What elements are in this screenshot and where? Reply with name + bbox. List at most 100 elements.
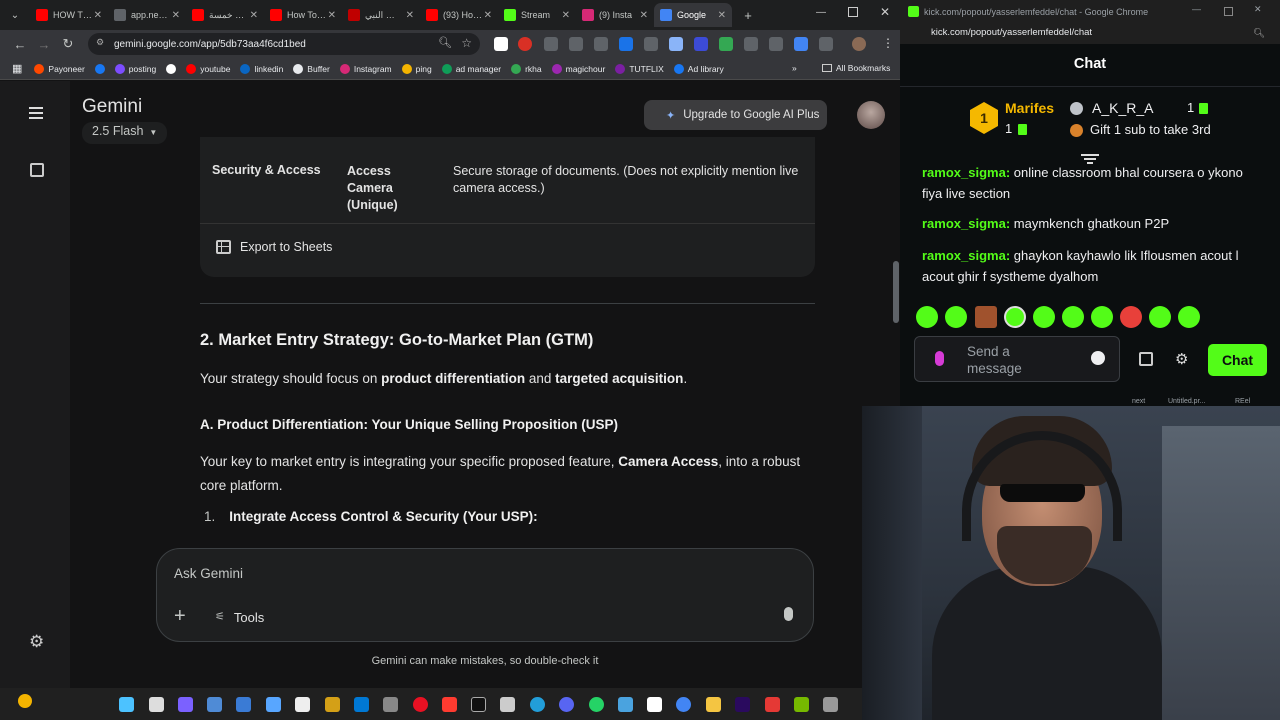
- taskbar-app-icon[interactable]: [295, 697, 310, 712]
- browser-tab[interactable]: app.ne… ✕: [108, 3, 186, 27]
- extension-icon[interactable]: [569, 37, 583, 51]
- bookmark-item[interactable]: linkedin: [240, 63, 283, 74]
- browser-tab[interactable]: How To… ✕: [264, 3, 342, 27]
- taskbar-app-icon[interactable]: [676, 697, 691, 712]
- taskbar-app-icon[interactable]: [823, 697, 838, 712]
- emote-icon[interactable]: [916, 306, 938, 328]
- bookmark-item[interactable]: posting: [114, 63, 156, 74]
- emote-icon[interactable]: [1033, 306, 1055, 328]
- bookmark-item[interactable]: Payoneer: [34, 63, 85, 74]
- taskbar-app-icon[interactable]: [236, 697, 251, 712]
- emote-icon[interactable]: [1120, 306, 1142, 328]
- microphone-icon[interactable]: [935, 351, 944, 366]
- close-tab-icon[interactable]: ✕: [640, 10, 648, 21]
- forward-icon[interactable]: →: [32, 37, 56, 52]
- scrollbar[interactable]: [893, 261, 899, 323]
- prompt-box[interactable]: Ask Gemini + ⚟ Tools: [156, 548, 814, 642]
- extension-icon[interactable]: [744, 37, 758, 51]
- tab-search-icon[interactable]: ⌄: [0, 10, 30, 21]
- bookmark-item[interactable]: rkha: [511, 63, 542, 74]
- back-icon[interactable]: ←: [8, 37, 32, 52]
- bookmark-item[interactable]: ad manager: [441, 63, 501, 74]
- bookmark-item[interactable]: [94, 63, 105, 74]
- emote-icon[interactable]: [1091, 306, 1113, 328]
- extension-icon[interactable]: [544, 37, 558, 51]
- taskbar-app-icon[interactable]: [706, 697, 721, 712]
- search-icon[interactable]: 🔍︎: [1253, 25, 1265, 43]
- close-tab-icon[interactable]: ✕: [328, 10, 336, 21]
- taskbar-app-icon[interactable]: [471, 697, 486, 712]
- reload-icon[interactable]: ↻: [56, 36, 80, 52]
- settings-gear-icon[interactable]: ⚙: [1175, 350, 1188, 368]
- emote-icon[interactable]: [1004, 306, 1026, 328]
- store-icon[interactable]: [1139, 352, 1153, 366]
- extension-icon[interactable]: [719, 37, 733, 51]
- weather-icon[interactable]: [18, 694, 32, 708]
- browser-menu-icon[interactable]: ⋮: [882, 36, 894, 50]
- send-chat-button[interactable]: Chat: [1208, 344, 1267, 376]
- extension-icon[interactable]: [619, 37, 633, 51]
- bookmark-item[interactable]: [166, 63, 177, 74]
- extensions-puzzle-icon[interactable]: [819, 37, 833, 51]
- close-tab-icon[interactable]: ✕: [484, 10, 492, 21]
- gift-prompt[interactable]: Gift 1 sub to take 3rd: [1090, 122, 1211, 137]
- search-icon[interactable]: 🔍︎: [438, 36, 452, 49]
- tools-button[interactable]: ⚟ Tools: [215, 610, 264, 625]
- start-icon[interactable]: [119, 697, 134, 712]
- taskbar-app-icon[interactable]: [178, 697, 193, 712]
- close-tab-icon[interactable]: ✕: [406, 10, 414, 21]
- taskbar-app-icon[interactable]: [413, 697, 428, 712]
- minimize-icon[interactable]: —: [816, 7, 826, 18]
- taskbar-app-icon[interactable]: [530, 697, 545, 712]
- taskbar-app-icon[interactable]: [500, 697, 515, 712]
- close-tab-icon[interactable]: ✕: [172, 10, 180, 21]
- minimize-icon[interactable]: —: [1192, 4, 1201, 14]
- taskbar-app-icon[interactable]: [559, 697, 574, 712]
- extension-icon[interactable]: [594, 37, 608, 51]
- taskbar-app-icon[interactable]: [794, 697, 809, 712]
- browser-tab[interactable]: Google ✕: [654, 3, 732, 27]
- extension-icon[interactable]: [794, 37, 808, 51]
- export-to-sheets-button[interactable]: Export to Sheets: [216, 240, 332, 254]
- taskbar-app-icon[interactable]: [149, 697, 164, 712]
- taskbar-app-icon[interactable]: [618, 697, 633, 712]
- new-chat-icon[interactable]: [30, 163, 44, 177]
- taskbar-app-icon[interactable]: [765, 697, 780, 712]
- bookmark-item[interactable]: magichour: [551, 63, 605, 74]
- model-selector[interactable]: 2.5 Flash ▼: [82, 122, 168, 144]
- all-bookmarks-folder[interactable]: All Bookmarks: [822, 63, 890, 73]
- extension-icon[interactable]: [494, 37, 508, 51]
- extension-icon[interactable]: [669, 37, 683, 51]
- emote-icon[interactable]: [945, 306, 967, 328]
- account-avatar[interactable]: [857, 101, 885, 129]
- taskbar-app-icon[interactable]: [735, 697, 750, 712]
- browser-tab[interactable]: (9) Insta ✕: [576, 3, 654, 27]
- apps-grid-icon[interactable]: ▦: [12, 62, 22, 75]
- message-input[interactable]: Send a message: [914, 336, 1120, 382]
- leaderboard-name[interactable]: Marifes: [1005, 100, 1054, 116]
- profile-avatar[interactable]: [852, 37, 866, 51]
- close-tab-icon[interactable]: ✕: [250, 10, 258, 21]
- emoji-icon[interactable]: [1091, 351, 1105, 365]
- taskbar-app-icon[interactable]: [266, 697, 281, 712]
- close-window-icon[interactable]: ✕: [1254, 4, 1262, 15]
- browser-tab[interactable]: النبي … ✕: [342, 3, 420, 27]
- emote-icon[interactable]: [1149, 306, 1171, 328]
- more-bookmarks-icon[interactable]: »: [792, 63, 797, 73]
- taskbar-app-icon[interactable]: [647, 697, 662, 712]
- microphone-icon[interactable]: [784, 607, 793, 621]
- chat-username[interactable]: ramox_sigma:: [922, 248, 1010, 263]
- bookmark-item[interactable]: TUTFLIX: [615, 63, 664, 74]
- taskbar-app-icon[interactable]: [383, 697, 398, 712]
- browser-tab[interactable]: (93) Ho… ✕: [420, 3, 498, 27]
- browser-tab[interactable]: Stream ✕: [498, 3, 576, 27]
- extension-icon[interactable]: [694, 37, 708, 51]
- url-field[interactable]: ⚙ gemini.google.com/app/5db73aa4f6cd1bed…: [88, 33, 480, 55]
- bookmark-item[interactable]: youtube: [186, 63, 230, 74]
- bookmark-item[interactable]: Instagram: [339, 63, 392, 74]
- bookmark-star-icon[interactable]: ☆: [461, 36, 472, 50]
- close-tab-icon[interactable]: ✕: [718, 10, 726, 21]
- bookmark-item[interactable]: Ad library: [673, 63, 724, 74]
- bookmark-item[interactable]: Buffer: [293, 63, 330, 74]
- extension-icon[interactable]: [518, 37, 532, 51]
